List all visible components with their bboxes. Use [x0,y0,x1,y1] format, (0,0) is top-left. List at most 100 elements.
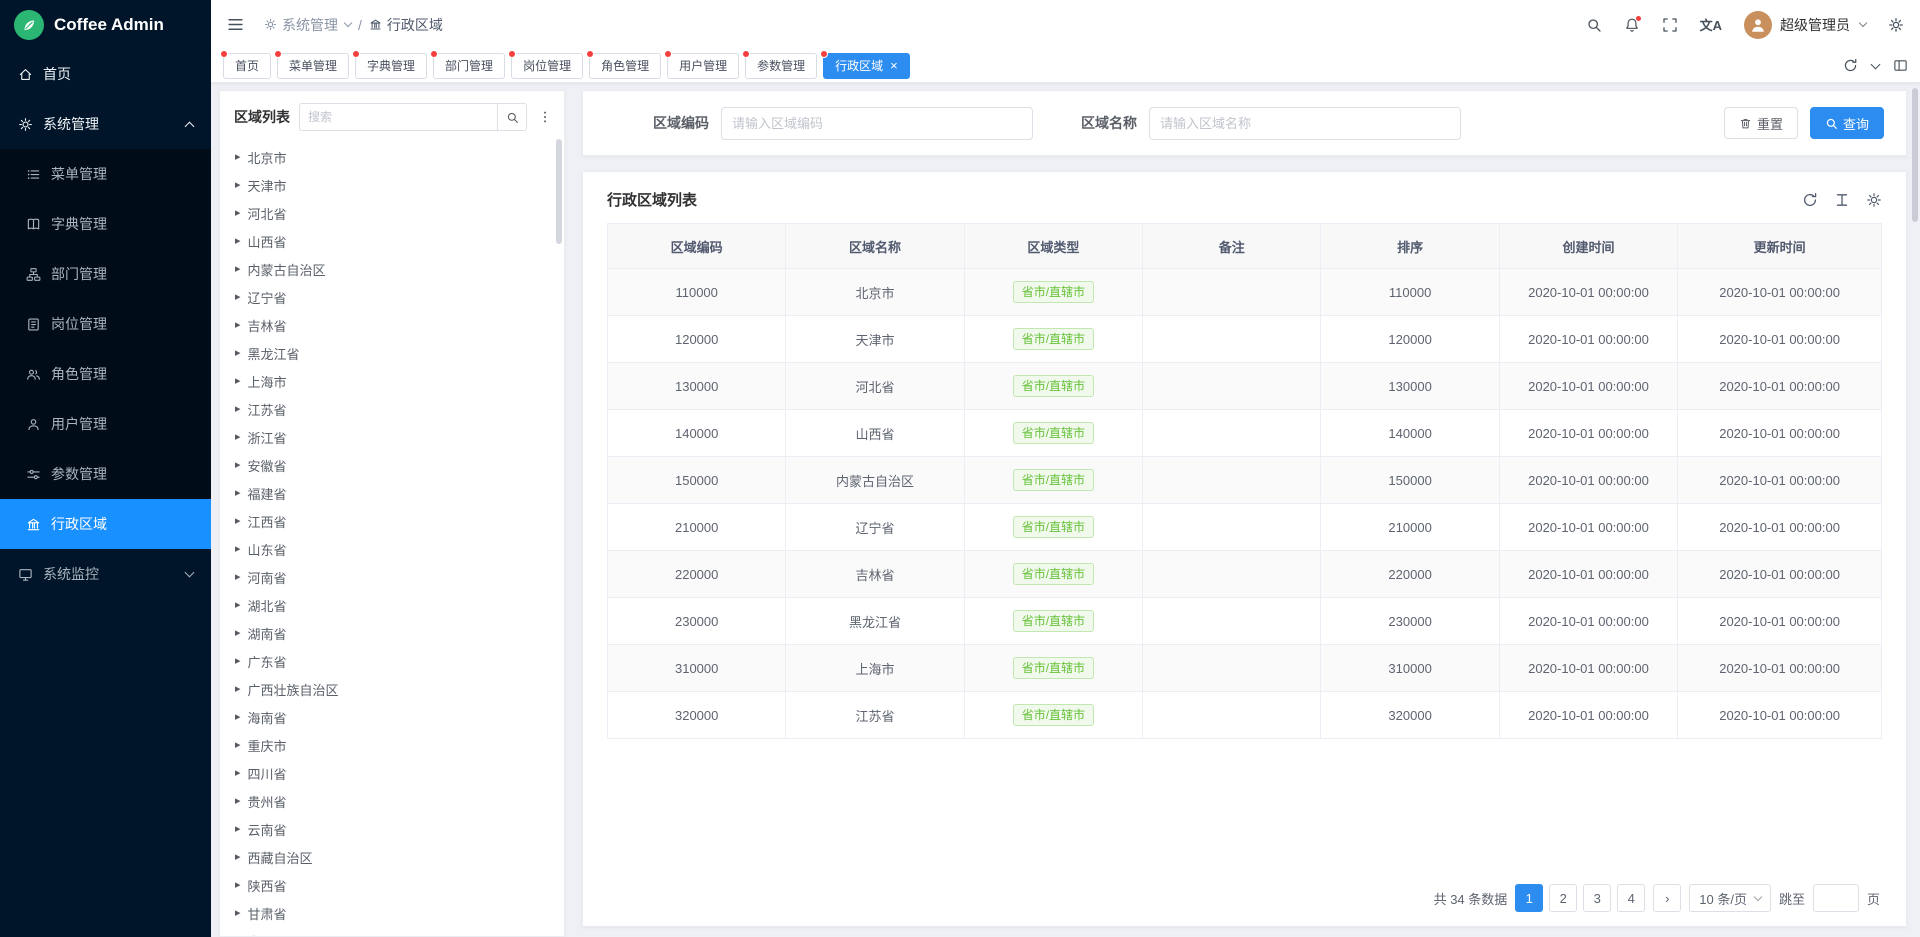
table-row[interactable]: 210000 辽宁省 省市/直辖市 210000 2020-10-01 00:0… [608,504,1882,551]
tree-node[interactable]: 黑龙江省 [220,339,564,367]
user-menu[interactable]: 超级管理员 [1744,11,1866,39]
table-row[interactable]: 310000 上海市 省市/直辖市 310000 2020-10-01 00:0… [608,645,1882,692]
tree-node[interactable]: 北京市 [220,143,564,171]
tree-node[interactable]: 辽宁省 [220,283,564,311]
page-button[interactable]: 2 [1549,884,1577,912]
next-page-button[interactable]: › [1653,884,1681,912]
tree-node[interactable]: 青海省 [220,927,564,937]
tab[interactable]: 岗位管理 [511,53,583,79]
close-icon[interactable]: × [890,59,898,72]
search-button[interactable] [1586,17,1602,33]
tree-more-button[interactable] [536,110,554,124]
caret-right-icon[interactable] [235,320,241,331]
column-settings-button[interactable] [1834,192,1850,208]
page-size-select[interactable]: 10 条/页 [1689,884,1771,912]
caret-right-icon[interactable] [235,236,241,247]
tab[interactable]: 角色管理 [589,53,661,79]
tree-scrollbar[interactable] [556,139,562,244]
tab[interactable]: 参数管理 [745,53,817,79]
caret-right-icon[interactable] [235,460,241,471]
caret-right-icon[interactable] [235,796,241,807]
tab[interactable]: 字典管理 [355,53,427,79]
breadcrumb-item-system[interactable]: 系统管理 [264,15,351,35]
table-row[interactable]: 130000 河北省 省市/直辖市 130000 2020-10-01 00:0… [608,363,1882,410]
caret-right-icon[interactable] [235,180,241,191]
collapse-sidebar-button[interactable] [227,16,244,33]
tree-node[interactable]: 江苏省 [220,395,564,423]
reset-button[interactable]: 重置 [1724,107,1798,139]
tree-node[interactable]: 吉林省 [220,311,564,339]
tree-node[interactable]: 广西壮族自治区 [220,675,564,703]
tree-search-button[interactable] [497,103,527,131]
query-button[interactable]: 查询 [1810,107,1884,139]
table-row[interactable]: 320000 江苏省 省市/直辖市 320000 2020-10-01 00:0… [608,692,1882,739]
table-row[interactable]: 110000 北京市 省市/直辖市 110000 2020-10-01 00:0… [608,269,1882,316]
tab[interactable]: 菜单管理 [277,53,349,79]
tree-node[interactable]: 浙江省 [220,423,564,451]
page-button[interactable]: 4 [1617,884,1645,912]
tab-actions-dropdown[interactable] [1872,64,1879,68]
tree-node[interactable]: 陕西省 [220,871,564,899]
tree-node[interactable]: 江西省 [220,507,564,535]
caret-right-icon[interactable] [235,824,241,835]
caret-right-icon[interactable] [235,768,241,779]
tab[interactable]: 行政区域 × [823,53,910,79]
caret-right-icon[interactable] [235,152,241,163]
tree-search-input[interactable] [299,103,497,131]
tree-node[interactable]: 四川省 [220,759,564,787]
refresh-tabs-button[interactable] [1843,58,1858,73]
tree-node[interactable]: 西藏自治区 [220,843,564,871]
layout-toggle-button[interactable] [1893,58,1908,73]
caret-right-icon[interactable] [235,740,241,751]
tree-node[interactable]: 湖南省 [220,619,564,647]
sidebar-item-user-mgmt[interactable]: 用户管理 [0,399,211,449]
tree-node[interactable]: 贵州省 [220,787,564,815]
caret-right-icon[interactable] [235,908,241,919]
table-refresh-button[interactable] [1802,192,1818,208]
caret-right-icon[interactable] [235,852,241,863]
page-button[interactable]: 1 [1515,884,1543,912]
caret-right-icon[interactable] [235,264,241,275]
table-row[interactable]: 140000 山西省 省市/直辖市 140000 2020-10-01 00:0… [608,410,1882,457]
sidebar-item-dict-mgmt[interactable]: 字典管理 [0,199,211,249]
sidebar-item-menu-mgmt[interactable]: 菜单管理 [0,149,211,199]
tree-node[interactable]: 福建省 [220,479,564,507]
tree-node[interactable]: 内蒙古自治区 [220,255,564,283]
tab[interactable]: 部门管理 [433,53,505,79]
sidebar-item-dept-mgmt[interactable]: 部门管理 [0,249,211,299]
caret-right-icon[interactable] [235,292,241,303]
tree-node[interactable]: 山东省 [220,535,564,563]
caret-right-icon[interactable] [235,432,241,443]
caret-right-icon[interactable] [235,376,241,387]
tree-node[interactable]: 海南省 [220,703,564,731]
tab[interactable]: 首页 [223,53,271,79]
tree-node[interactable]: 河北省 [220,199,564,227]
jump-page-input[interactable] [1813,884,1859,912]
tree-node[interactable]: 安徽省 [220,451,564,479]
caret-right-icon[interactable] [235,544,241,555]
caret-right-icon[interactable] [235,600,241,611]
caret-right-icon[interactable] [235,684,241,695]
table-row[interactable]: 150000 内蒙古自治区 省市/直辖市 150000 2020-10-01 0… [608,457,1882,504]
page-scrollbar[interactable] [1912,88,1918,222]
region-code-input[interactable] [721,107,1033,140]
fullscreen-button[interactable] [1662,17,1678,33]
caret-right-icon[interactable] [235,628,241,639]
region-name-input[interactable] [1149,107,1461,140]
caret-right-icon[interactable] [235,880,241,891]
caret-right-icon[interactable] [235,572,241,583]
caret-right-icon[interactable] [235,656,241,667]
caret-right-icon[interactable] [235,404,241,415]
translate-button[interactable]: 文A [1700,15,1722,34]
tree-node[interactable]: 天津市 [220,171,564,199]
sidebar-item-role-mgmt[interactable]: 角色管理 [0,349,211,399]
caret-right-icon[interactable] [235,516,241,527]
sidebar-item-system[interactable]: 系统管理 [0,99,211,149]
caret-right-icon[interactable] [235,712,241,723]
table-config-button[interactable] [1866,192,1882,208]
table-row[interactable]: 220000 吉林省 省市/直辖市 220000 2020-10-01 00:0… [608,551,1882,598]
sidebar-item-param-mgmt[interactable]: 参数管理 [0,449,211,499]
tree-node[interactable]: 上海市 [220,367,564,395]
tree-node[interactable]: 湖北省 [220,591,564,619]
tree-node[interactable]: 山西省 [220,227,564,255]
